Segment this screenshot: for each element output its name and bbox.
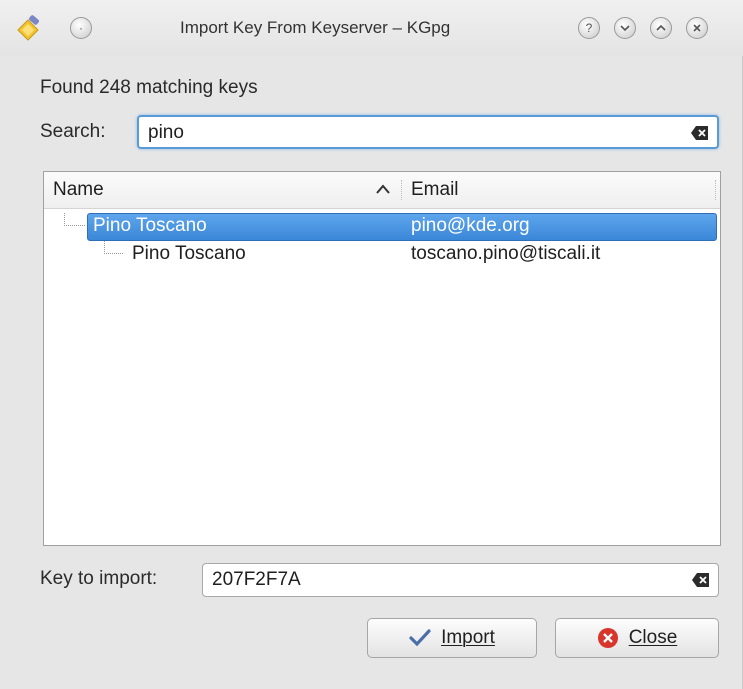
row-email: toscano.pino@tiscali.it — [411, 243, 601, 264]
search-input[interactable]: pino — [137, 115, 719, 149]
close-window-button[interactable] — [686, 17, 708, 39]
column-header-name[interactable]: Name — [53, 179, 104, 201]
import-key-dialog: · Import Key From Keyserver – KGpg ? Fou… — [0, 0, 743, 689]
close-button-label: Close — [628, 627, 678, 648]
chevron-up-icon — [656, 24, 666, 31]
row-email: pino@kde.org — [411, 215, 530, 236]
keys-tree-view[interactable]: Name Email Pino Toscano pino@kde.org Pin… — [43, 171, 721, 546]
tree-row[interactable]: Pino Toscano toscano.pino@tiscali.it — [44, 241, 720, 269]
kgpg-key-icon[interactable] — [14, 14, 42, 42]
row-name: Pino Toscano — [132, 243, 246, 264]
tree-row[interactable]: Pino Toscano pino@kde.org — [44, 213, 720, 241]
sort-ascending-icon — [376, 184, 390, 194]
chevron-down-icon — [620, 25, 630, 32]
key-to-import-input[interactable]: 207F2F7A — [202, 563, 719, 597]
window-menu-button[interactable]: · — [70, 17, 92, 39]
title-bar: · Import Key From Keyserver – KGpg ? — [0, 0, 743, 56]
minimize-button[interactable] — [614, 17, 636, 39]
import-button-label: Import — [441, 627, 495, 648]
search-label: Search: — [40, 121, 106, 142]
clear-key-icon[interactable] — [692, 573, 710, 587]
found-keys-label: Found 248 matching keys — [40, 77, 258, 98]
close-icon — [693, 24, 701, 32]
row-name: Pino Toscano — [93, 215, 207, 236]
key-to-import-label: Key to import: — [40, 568, 158, 589]
search-input-value: pino — [148, 122, 184, 143]
clear-search-icon[interactable] — [691, 126, 709, 140]
dot-icon: · — [79, 21, 83, 35]
column-header-email[interactable]: Email — [411, 179, 459, 201]
close-button[interactable]: Close — [555, 618, 719, 658]
key-to-import-value: 207F2F7A — [212, 569, 301, 590]
maximize-button[interactable] — [650, 17, 672, 39]
help-button[interactable]: ? — [578, 17, 600, 39]
tree-branch-line — [64, 213, 85, 226]
checkmark-icon — [409, 629, 431, 647]
column-separator[interactable] — [401, 180, 402, 200]
import-button[interactable]: Import — [367, 618, 537, 658]
column-separator-end — [715, 180, 716, 200]
question-icon: ? — [585, 21, 593, 35]
close-circle-icon — [597, 628, 618, 648]
tree-branch-line — [104, 241, 123, 254]
window-title: Import Key From Keyserver – KGpg — [180, 18, 451, 37]
tree-header: Name Email — [44, 172, 720, 209]
